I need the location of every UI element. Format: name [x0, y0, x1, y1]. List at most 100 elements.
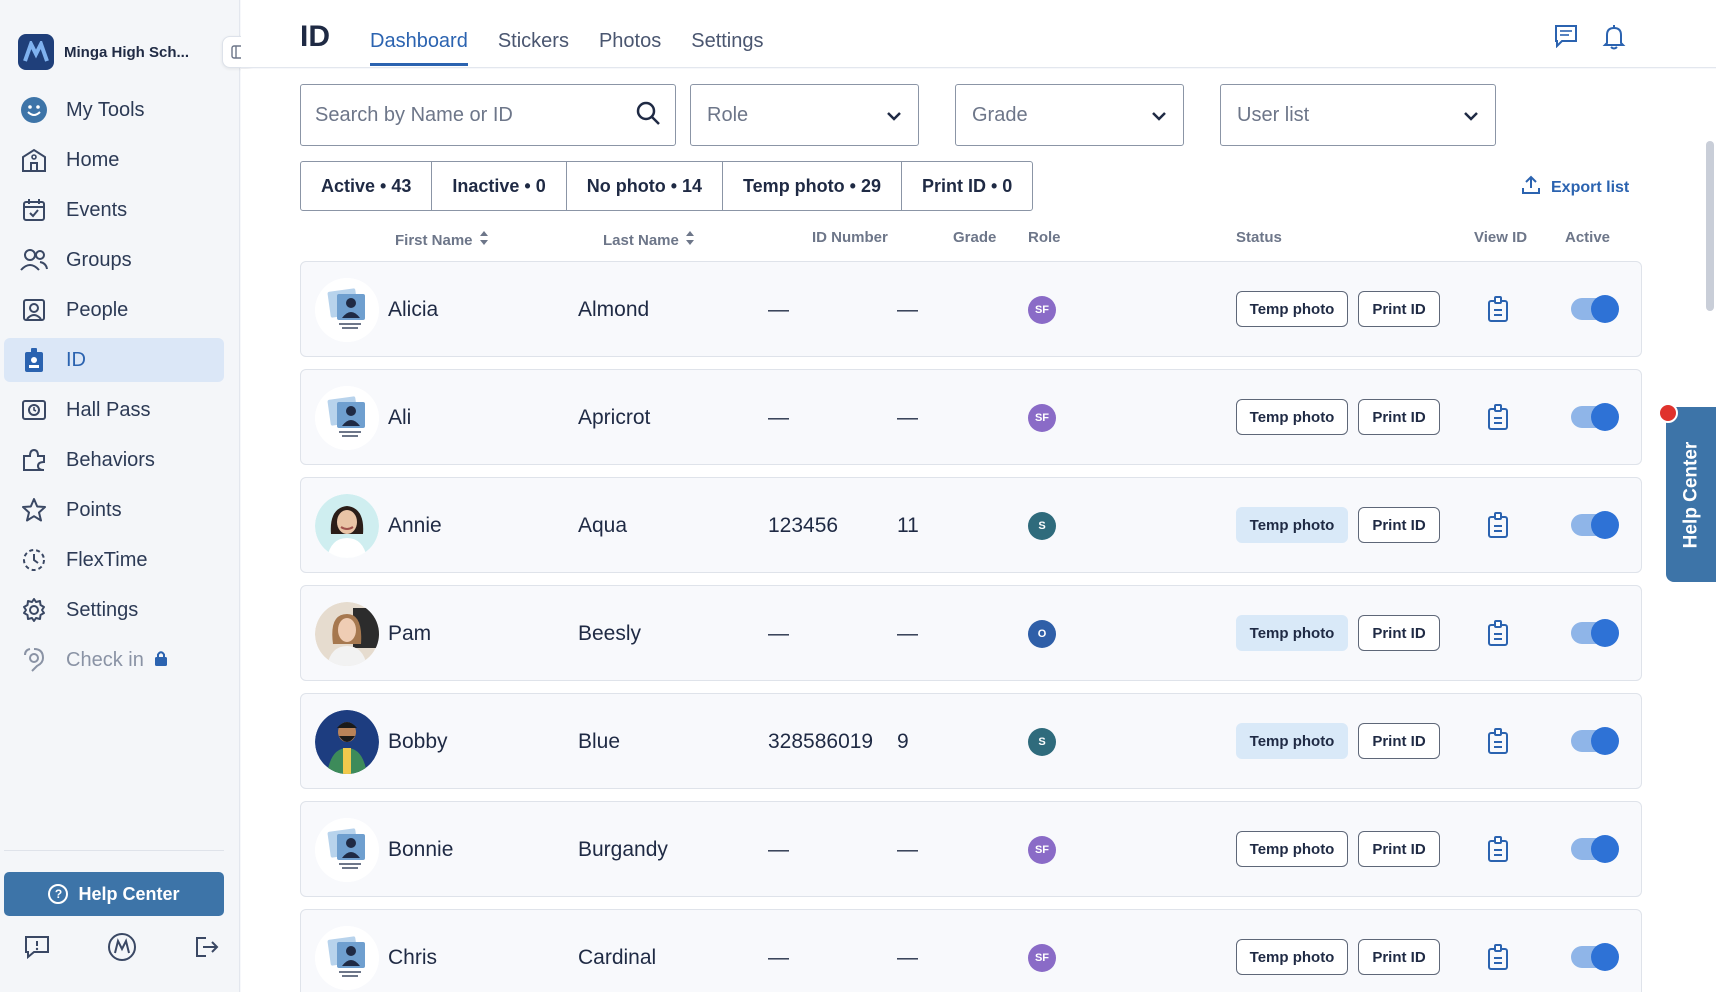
table-row[interactable]: Pam Beesly — — O Temp photo Print ID [300, 585, 1642, 681]
table-row[interactable]: Chris Cardinal — — SF Temp photo Print I… [300, 909, 1642, 992]
messages-icon[interactable] [1554, 24, 1578, 55]
grade-cell: 9 [897, 730, 909, 753]
table-row[interactable]: Ali Apricrot — — SF Temp photo Print ID [300, 369, 1642, 465]
sidebar-item-label: Events [66, 198, 128, 221]
temp-photo-button[interactable]: Temp photo [1236, 507, 1348, 543]
col-id-number: ID Number [812, 229, 888, 246]
sidebar-item-flextime[interactable]: FlexTime [4, 538, 224, 582]
feedback-icon[interactable] [22, 932, 52, 962]
sidebar-item-behaviors[interactable]: Behaviors [4, 438, 224, 482]
person-card-icon [20, 296, 48, 324]
col-status: Status [1236, 229, 1282, 246]
scrollbar[interactable] [1706, 141, 1714, 311]
sidebar-item-people[interactable]: People [4, 288, 224, 332]
search-field[interactable] [300, 84, 676, 146]
grade-cell: — [897, 838, 918, 861]
print-id-button[interactable]: Print ID [1358, 939, 1440, 975]
active-toggle[interactable] [1571, 835, 1619, 863]
active-toggle[interactable] [1571, 295, 1619, 323]
sidebar-footer [22, 932, 222, 962]
lock-icon [154, 649, 168, 672]
last-name-cell: Apricrot [578, 406, 651, 429]
star-icon [20, 496, 48, 524]
role-badge: SF [1028, 404, 1056, 432]
sidebar-divider [4, 850, 224, 851]
print-id-button[interactable]: Print ID [1358, 507, 1440, 543]
sidebar-item-home[interactable]: Home [4, 138, 224, 182]
help-center-button[interactable]: ? Help Center [4, 872, 224, 916]
minga-icon[interactable] [107, 932, 137, 962]
view-id-icon[interactable] [1487, 512, 1509, 543]
sort-icon[interactable] [479, 229, 489, 251]
grade-cell: — [897, 406, 918, 429]
view-id-icon[interactable] [1487, 404, 1509, 435]
view-id-icon[interactable] [1487, 728, 1509, 759]
people-table: Alicia Almond — — SF Temp photo Print ID… [300, 261, 1642, 992]
sidebar-item-events[interactable]: Events [4, 188, 224, 232]
sidebar-item-label: Hall Pass [66, 398, 151, 421]
chip-temp-photo[interactable]: Temp photo • 29 [723, 162, 902, 210]
col-first-name[interactable]: First Name [395, 229, 489, 251]
table-row[interactable]: Alicia Almond — — SF Temp photo Print ID [300, 261, 1642, 357]
tab-settings[interactable]: Settings [691, 30, 763, 66]
table-row[interactable]: Annie Aqua 123456 11 S Temp photo Print … [300, 477, 1642, 573]
view-id-icon[interactable] [1487, 296, 1509, 327]
print-id-button[interactable]: Print ID [1358, 399, 1440, 435]
temp-photo-button[interactable]: Temp photo [1236, 939, 1348, 975]
sidebar-item-label: Home [66, 148, 120, 171]
print-id-button[interactable]: Print ID [1358, 615, 1440, 651]
minga-logo-icon [18, 34, 54, 70]
sidebar-item-hall-pass[interactable]: Hall Pass [4, 388, 224, 432]
logout-icon[interactable] [192, 932, 222, 962]
tab-stickers[interactable]: Stickers [498, 30, 569, 66]
help-center-tab[interactable]: Help Center [1666, 407, 1716, 582]
temp-photo-button[interactable]: Temp photo [1236, 831, 1348, 867]
temp-photo-button[interactable]: Temp photo [1236, 399, 1348, 435]
school-name: Minga High Sch... [64, 43, 190, 61]
table-row[interactable]: Bobby Blue 328586019 9 S Temp photo Prin… [300, 693, 1642, 789]
bell-icon[interactable] [1602, 24, 1626, 55]
view-id-icon[interactable] [1487, 836, 1509, 867]
help-center-label: Help Center [78, 883, 180, 904]
search-input[interactable] [315, 103, 615, 127]
active-toggle[interactable] [1571, 403, 1619, 431]
active-toggle[interactable] [1571, 943, 1619, 971]
chip-active[interactable]: Active • 43 [301, 162, 433, 210]
chip-print-id[interactable]: Print ID • 0 [902, 162, 1032, 210]
print-id-button[interactable]: Print ID [1358, 291, 1440, 327]
school-header[interactable]: Minga High Sch... [18, 34, 228, 70]
role-dropdown[interactable]: Role [690, 84, 919, 146]
active-toggle[interactable] [1571, 511, 1619, 539]
chip-no-photo[interactable]: No photo • 14 [567, 162, 724, 210]
col-last-name[interactable]: Last Name [603, 229, 695, 251]
view-id-icon[interactable] [1487, 620, 1509, 651]
active-toggle[interactable] [1571, 619, 1619, 647]
view-id-icon[interactable] [1487, 944, 1509, 975]
sidebar-item-groups[interactable]: Groups [4, 238, 224, 282]
grade-dropdown[interactable]: Grade [955, 84, 1184, 146]
puzzle-icon [20, 446, 48, 474]
tab-photos[interactable]: Photos [599, 30, 661, 66]
temp-photo-button[interactable]: Temp photo [1236, 615, 1348, 651]
active-toggle[interactable] [1571, 727, 1619, 755]
avatar [315, 926, 379, 990]
user-list-dropdown[interactable]: User list [1220, 84, 1496, 146]
temp-photo-button[interactable]: Temp photo [1236, 291, 1348, 327]
table-row[interactable]: Bonnie Burgandy — — SF Temp photo Print … [300, 801, 1642, 897]
tab-dashboard[interactable]: Dashboard [370, 30, 468, 66]
search-icon[interactable] [635, 100, 661, 131]
temp-photo-button[interactable]: Temp photo [1236, 723, 1348, 759]
id-number-cell: 123456 [768, 514, 839, 537]
sidebar-item-settings[interactable]: Settings [4, 588, 224, 632]
chip-inactive[interactable]: Inactive • 0 [432, 162, 567, 210]
sidebar-item-id[interactable]: ID [4, 338, 224, 382]
sort-icon[interactable] [685, 229, 695, 251]
export-list-button[interactable]: Export list [1521, 175, 1629, 200]
print-id-button[interactable]: Print ID [1358, 723, 1440, 759]
first-name-cell: Bobby [388, 730, 448, 753]
grade-cell: — [897, 298, 918, 321]
sidebar-item-points[interactable]: Points [4, 488, 224, 532]
question-icon: ? [48, 884, 69, 904]
sidebar-item-my-tools[interactable]: My Tools [4, 88, 224, 132]
print-id-button[interactable]: Print ID [1358, 831, 1440, 867]
